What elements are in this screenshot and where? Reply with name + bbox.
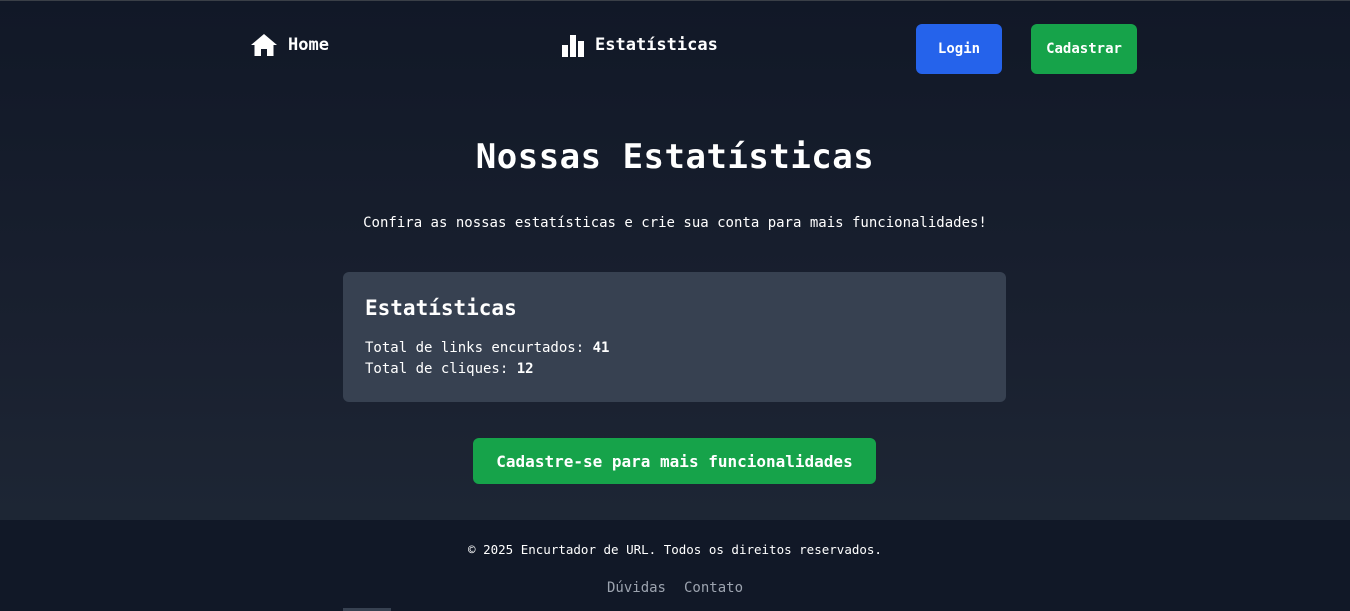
top-navbar: Home Estatísticas Login Cadastrar xyxy=(0,1,1350,97)
total-links-value: 41 xyxy=(592,340,610,356)
nav-statistics-label: Estatísticas xyxy=(595,35,718,55)
footer: © 2025 Encurtador de URL. Todos os direi… xyxy=(0,520,1350,611)
footer-link-faq[interactable]: Dúvidas xyxy=(607,580,666,596)
total-clicks-row: Total de cliques: 12 xyxy=(365,359,984,380)
statistics-card-title: Estatísticas xyxy=(365,296,517,320)
total-clicks-label: Total de cliques: xyxy=(365,361,517,377)
bar-chart-icon xyxy=(561,33,585,57)
total-links-row: Total de links encurtados: 41 xyxy=(365,338,984,359)
statistics-card: Estatísticas Total de links encurtados: … xyxy=(343,272,1006,402)
nav-home-link[interactable]: Home xyxy=(250,33,329,57)
page-title: Nossas Estatísticas xyxy=(475,137,875,177)
nav-statistics-link[interactable]: Estatísticas xyxy=(561,33,718,57)
login-button[interactable]: Login xyxy=(916,24,1002,74)
footer-links: Dúvidas Contato xyxy=(0,580,1350,596)
total-links-label: Total de links encurtados: xyxy=(365,340,593,356)
nav-home-label: Home xyxy=(288,35,329,55)
page-subtitle: Confira as nossas estatísticas e crie su… xyxy=(363,215,987,231)
register-button[interactable]: Cadastrar xyxy=(1031,24,1137,74)
footer-link-contact[interactable]: Contato xyxy=(684,580,743,596)
signup-cta-button[interactable]: Cadastre-se para mais funcionalidades xyxy=(473,438,876,484)
total-clicks-value: 12 xyxy=(516,361,534,377)
home-icon xyxy=(250,33,278,57)
copyright-text: © 2025 Encurtador de URL. Todos os direi… xyxy=(468,542,882,557)
